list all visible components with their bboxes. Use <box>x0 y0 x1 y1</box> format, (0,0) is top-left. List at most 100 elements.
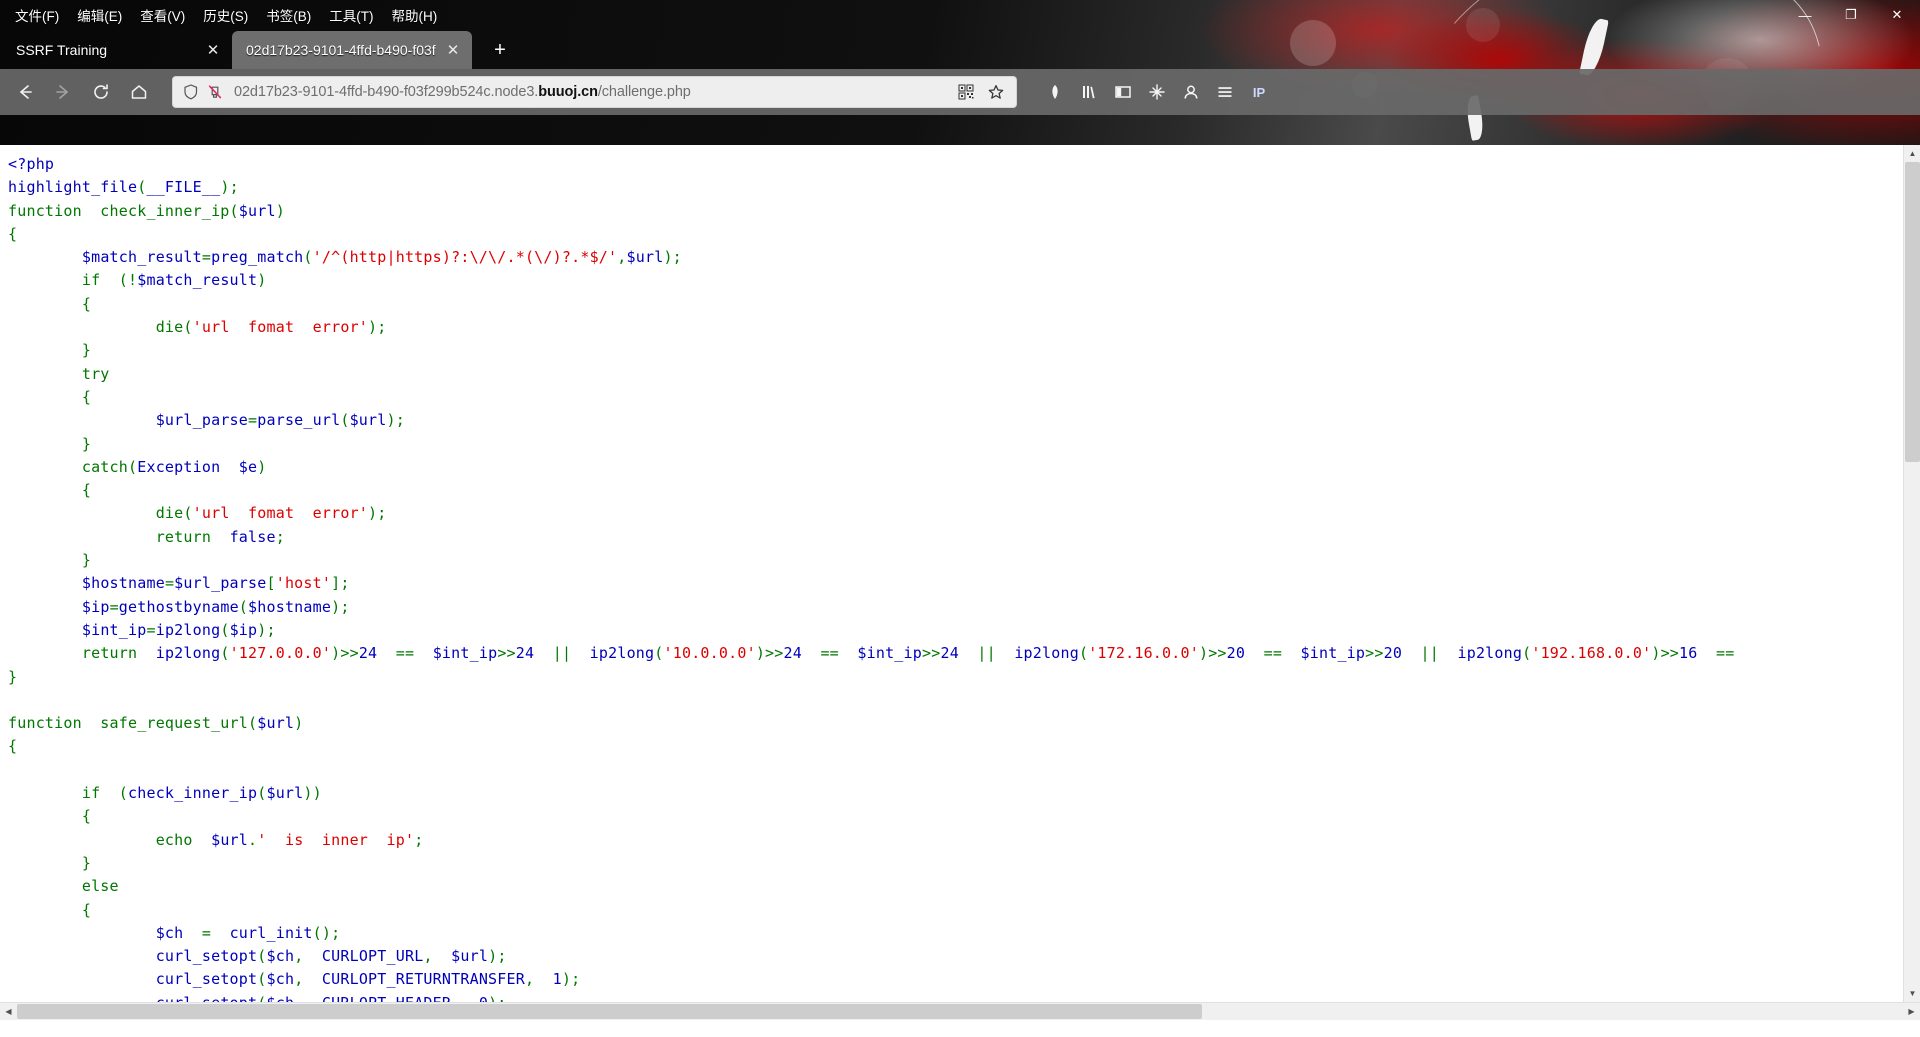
code-token: ; <box>377 504 387 523</box>
scroll-left-arrow[interactable]: ◀ <box>0 1003 17 1020</box>
code-token: )) <box>303 784 322 803</box>
code-token: ; <box>275 527 285 546</box>
code-token: >> <box>922 644 941 663</box>
url-text[interactable]: 02d17b23-9101-4ffd-b490-f03f299b524c.nod… <box>234 84 955 100</box>
close-icon[interactable]: ✕ <box>202 39 224 61</box>
code-token: ) <box>368 318 378 337</box>
ip-badge[interactable]: IP <box>1243 76 1275 108</box>
tracking-protection-shield-icon[interactable] <box>182 83 200 101</box>
code-token: 24 <box>358 644 378 663</box>
code-token: } <box>8 551 92 570</box>
scroll-down-arrow[interactable]: ▼ <box>1904 985 1920 1002</box>
code-token: ; <box>331 923 341 942</box>
forward-arrow-icon[interactable] <box>46 75 80 109</box>
code-token: = <box>146 620 156 639</box>
code-token: ) <box>275 201 285 220</box>
code-token: try <box>8 364 110 383</box>
maximize-button[interactable]: ❐ <box>1828 0 1874 30</box>
code-token: curl_init <box>229 923 313 942</box>
menu-item-tools[interactable]: 工具(T) <box>320 2 382 28</box>
url-bar[interactable]: 02d17b23-9101-4ffd-b490-f03f299b524c.nod… <box>172 76 1017 108</box>
tab-challenge[interactable]: 02d17b23-9101-4ffd-b490-f03f2 ✕ <box>232 31 472 69</box>
horizontal-scroll-track[interactable] <box>17 1003 1903 1020</box>
code-token: ; <box>497 947 507 966</box>
vertical-scrollbar[interactable]: ▲ ▼ <box>1903 145 1920 1002</box>
code-token: ) <box>257 620 267 639</box>
tab-ssrf-training[interactable]: SSRF Training ✕ <box>2 31 232 69</box>
code-token: { <box>8 294 92 313</box>
code-token: $url <box>451 947 489 966</box>
code-token: ; <box>229 178 239 197</box>
tab-title: SSRF Training <box>16 42 108 58</box>
menu-item-bookmarks[interactable]: 书签(B) <box>257 2 320 28</box>
home-icon[interactable] <box>122 75 156 109</box>
horizontal-scrollbar[interactable]: ◀ ▶ <box>0 1002 1920 1020</box>
code-token: , <box>617 248 627 267</box>
code-token: ) <box>368 504 378 523</box>
menu-item-edit[interactable]: 编辑(E) <box>68 2 131 28</box>
permission-blocked-icon[interactable] <box>206 83 224 101</box>
tab-strip: SSRF Training ✕ 02d17b23-9101-4ffd-b490-… <box>0 29 1920 69</box>
code-token: , <box>451 994 479 1002</box>
code-token: return <box>155 527 230 546</box>
code-token: ) <box>257 271 267 290</box>
account-icon[interactable] <box>1175 76 1207 108</box>
code-token: ip2long <box>1014 644 1079 663</box>
code-token: 24 <box>515 644 535 663</box>
new-tab-button[interactable]: + <box>484 34 516 66</box>
hamburger-menu-icon[interactable] <box>1209 76 1241 108</box>
navigation-toolbar: 02d17b23-9101-4ffd-b490-f03f299b524c.nod… <box>0 69 1920 115</box>
menu-item-view[interactable]: 查看(V) <box>131 2 194 28</box>
page-content: <?php highlight_file (__FILE__); function… <box>0 145 1920 1020</box>
code-token: ) <box>331 597 341 616</box>
code-token: , <box>294 994 322 1002</box>
code-token: ( <box>340 411 350 430</box>
scroll-up-arrow[interactable]: ▲ <box>1904 145 1920 162</box>
reload-icon[interactable] <box>84 75 118 109</box>
code-token: . <box>248 830 258 849</box>
star-icon[interactable] <box>985 81 1007 103</box>
sync-icon[interactable] <box>1039 76 1071 108</box>
container-icon[interactable] <box>1141 76 1173 108</box>
code-token: } <box>8 341 92 360</box>
minimize-button[interactable]: — <box>1782 0 1828 30</box>
close-button[interactable]: ✕ <box>1874 0 1920 30</box>
code-token: } <box>8 853 92 872</box>
menu-item-help[interactable]: 帮助(H) <box>383 2 447 28</box>
vertical-scroll-thumb[interactable] <box>1905 162 1920 462</box>
sidebar-icon[interactable] <box>1107 76 1139 108</box>
code-token: check_inner_ip <box>128 784 258 803</box>
code-token: , <box>294 970 322 989</box>
code-viewport: <?php highlight_file (__FILE__); function… <box>0 145 1903 1002</box>
code-token: ( <box>183 504 193 523</box>
horizontal-scroll-thumb[interactable] <box>17 1004 1202 1019</box>
close-icon[interactable]: ✕ <box>442 39 464 61</box>
code-token: $int_ip <box>1300 644 1366 663</box>
code-token: $int_ip <box>81 620 147 639</box>
code-token: __FILE__ <box>146 178 221 197</box>
back-arrow-icon[interactable] <box>8 75 42 109</box>
code-token: ) <box>488 947 498 966</box>
code-token: catch <box>8 457 128 476</box>
code-token: $e <box>238 457 258 476</box>
code-token: == <box>377 644 433 663</box>
code-token: >> <box>340 644 359 663</box>
code-token: >> <box>765 644 784 663</box>
menu-item-file[interactable]: 文件(F) <box>6 2 68 28</box>
code-token: = <box>201 248 212 267</box>
menu-item-history[interactable]: 历史(S) <box>194 2 257 28</box>
qr-code-icon[interactable] <box>955 81 977 103</box>
code-token: CURLOPT_RETURNTRANSFER <box>321 970 525 989</box>
url-prefix: 02d17b23-9101-4ffd-b490-f03f299b524c.nod… <box>234 84 539 100</box>
code-token: , <box>294 947 322 966</box>
scroll-right-arrow[interactable]: ▶ <box>1903 1003 1920 1020</box>
code-token: highlight_file <box>8 178 138 197</box>
code-token: ( <box>128 457 138 476</box>
code-token: ) <box>663 248 673 267</box>
code-token: ; <box>497 994 506 1002</box>
library-icon[interactable] <box>1073 76 1105 108</box>
